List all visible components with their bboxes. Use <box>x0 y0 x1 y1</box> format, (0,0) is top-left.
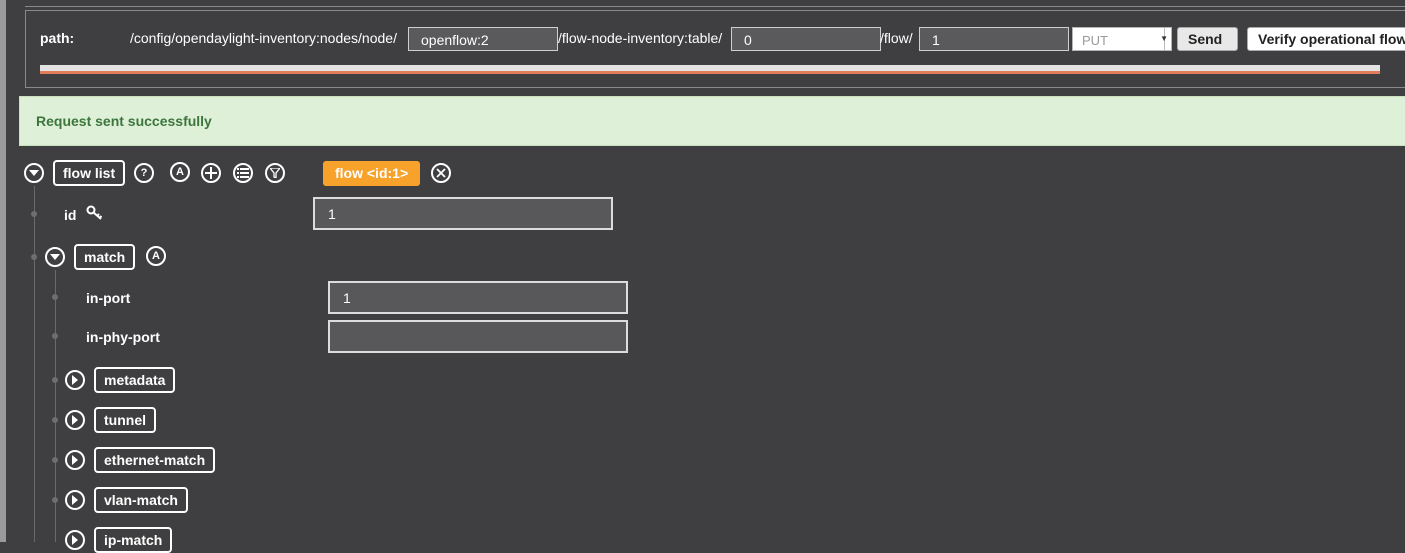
success-message: Request sent successfully <box>36 113 212 129</box>
filter-icon[interactable] <box>265 163 285 183</box>
tree-node-dot <box>52 457 58 463</box>
add-item-icon[interactable] <box>201 163 221 183</box>
path-segment-nodes: /config/opendaylight-inventory:nodes/nod… <box>130 30 397 46</box>
chevron-right-icon <box>72 495 78 505</box>
flow-list-button[interactable]: flow list <box>53 160 126 186</box>
chevron-down-icon <box>29 170 39 176</box>
path-label: path: <box>40 30 75 46</box>
tunnel-button[interactable]: tunnel <box>94 407 156 433</box>
chevron-down-icon <box>50 254 60 260</box>
list-view-icon[interactable] <box>233 163 253 183</box>
table-id-input[interactable]: 0 <box>731 27 881 51</box>
id-input[interactable]: 1 <box>313 197 613 230</box>
expand-tunnel-toggle[interactable] <box>65 410 85 430</box>
expand-vlan-match-toggle[interactable] <box>65 490 85 510</box>
in-phy-port-label: in-phy-port <box>86 329 160 345</box>
send-button[interactable]: Send <box>1177 27 1238 51</box>
collapse-match-toggle[interactable] <box>45 247 65 267</box>
node-id-input[interactable]: openflow:2 <box>408 27 558 51</box>
collapse-flow-list-toggle[interactable] <box>24 163 44 183</box>
chevron-right-icon <box>72 535 78 545</box>
chevron-down-icon: ▼ <box>1160 34 1168 43</box>
tree-node-dot <box>31 211 37 217</box>
match-button[interactable]: match <box>74 244 136 270</box>
key-icon <box>86 205 104 226</box>
in-port-input[interactable]: 1 <box>328 281 628 314</box>
ip-match-button[interactable]: ip-match <box>94 527 173 553</box>
chevron-right-icon <box>72 375 78 385</box>
ethernet-match-button[interactable]: ethernet-match <box>94 447 216 473</box>
tree-node-dot <box>52 333 58 339</box>
tree-node-dot <box>52 417 58 423</box>
augmentation-icon[interactable]: A <box>146 246 166 266</box>
method-select[interactable]: PUT ▼ <box>1072 27 1172 51</box>
flow-id-input[interactable]: 1 <box>919 27 1069 51</box>
progress-fill <box>40 71 1380 74</box>
id-label: id <box>64 207 77 223</box>
tree-node-dot <box>52 497 58 503</box>
page-left-edge <box>0 0 6 542</box>
verify-operational-flow-button[interactable]: Verify operational flow <box>1247 27 1405 51</box>
tree-node-dot <box>31 254 37 260</box>
tree-node-dot <box>52 377 58 383</box>
in-port-label: in-port <box>86 290 131 306</box>
selected-flow-item[interactable]: flow <id:1> <box>323 161 421 186</box>
request-progress-bar <box>40 65 1380 74</box>
in-phy-port-input[interactable] <box>328 320 628 353</box>
close-icon[interactable] <box>431 163 451 183</box>
tree-node-dot <box>52 294 58 300</box>
top-divider <box>25 0 1405 7</box>
path-segment-flow: /flow/ <box>880 30 913 46</box>
tree-guide-line <box>34 186 35 542</box>
help-icon[interactable]: ? <box>134 163 154 183</box>
expand-ip-match-toggle[interactable] <box>65 530 85 550</box>
expand-metadata-toggle[interactable] <box>65 370 85 390</box>
augmentation-icon[interactable]: A <box>170 162 190 182</box>
vlan-match-button[interactable]: vlan-match <box>94 487 188 513</box>
chevron-right-icon <box>72 455 78 465</box>
metadata-button[interactable]: metadata <box>94 367 176 393</box>
expand-ethernet-match-toggle[interactable] <box>65 450 85 470</box>
path-segment-table: /flow-node-inventory:table/ <box>558 30 723 46</box>
method-select-value: PUT <box>1082 33 1108 48</box>
success-alert: Request sent successfully <box>19 96 1405 146</box>
chevron-right-icon <box>72 415 78 425</box>
